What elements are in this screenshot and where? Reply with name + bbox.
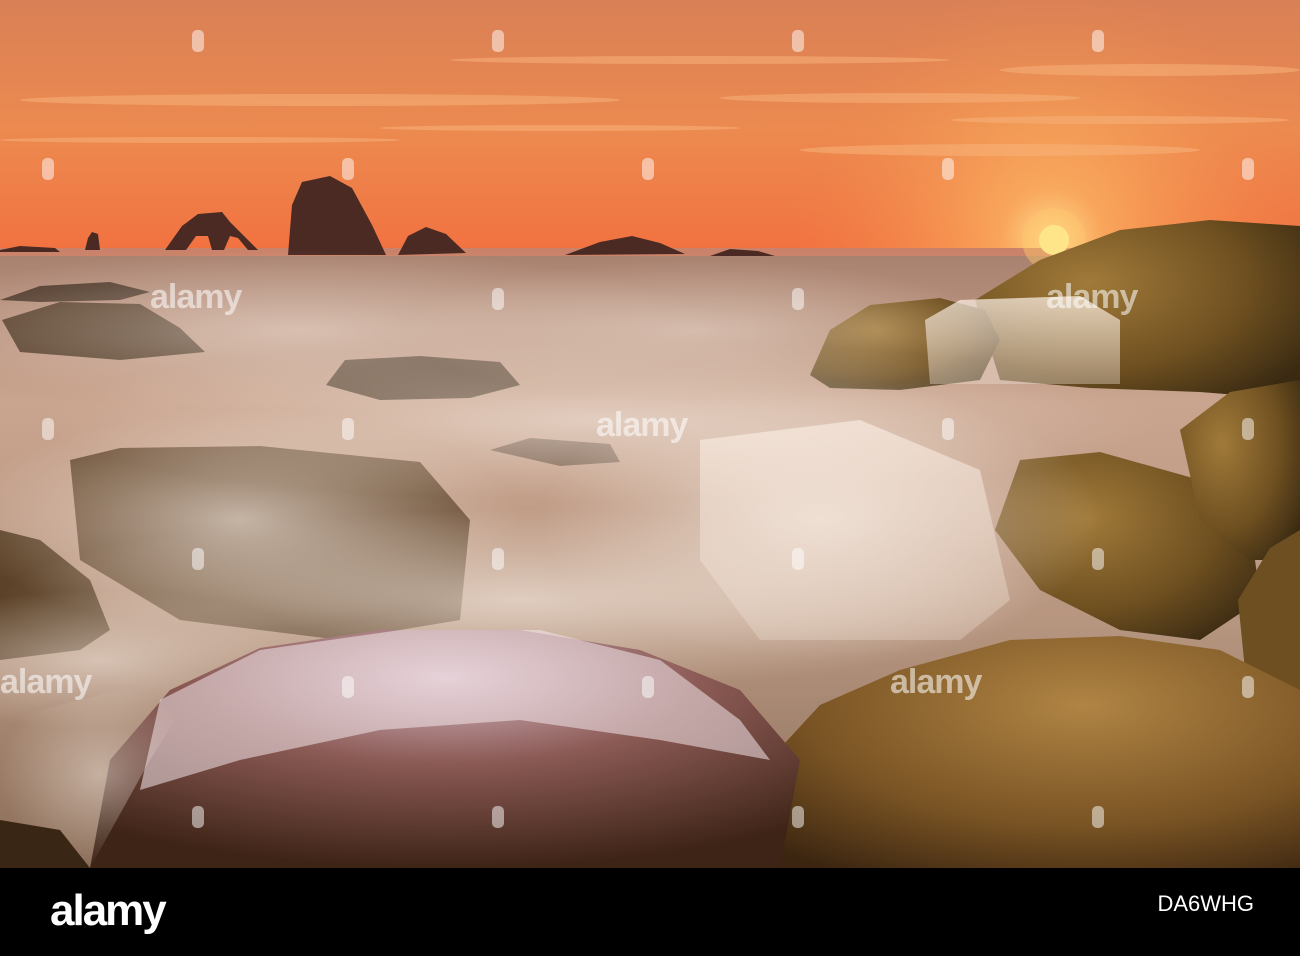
watermark-mark bbox=[792, 806, 804, 828]
watermark-text: alamy bbox=[0, 663, 92, 701]
watermark-mark bbox=[1092, 30, 1104, 52]
watermark-mark bbox=[792, 30, 804, 52]
watermark-mark bbox=[42, 418, 54, 440]
watermark-mark bbox=[342, 158, 354, 180]
watermark-text: alamy bbox=[890, 663, 982, 701]
watermark-mark bbox=[1092, 806, 1104, 828]
watermark-mark bbox=[1242, 158, 1254, 180]
watermark-mark bbox=[42, 158, 54, 180]
watermark-mark bbox=[942, 158, 954, 180]
watermark-mark bbox=[792, 548, 804, 570]
watermark-mark bbox=[492, 288, 504, 310]
watermark-mark bbox=[192, 30, 204, 52]
photo-stage: alamy alamy alamy alamy alamy alamy DA6W… bbox=[0, 0, 1300, 956]
watermark-mark bbox=[342, 418, 354, 440]
watermark-mark bbox=[642, 158, 654, 180]
watermark-mark bbox=[492, 548, 504, 570]
footer-logo: alamy bbox=[50, 886, 167, 935]
watermark-mark bbox=[192, 548, 204, 570]
watermark-mark bbox=[1242, 418, 1254, 440]
image-id-label: DA6WHG bbox=[1157, 891, 1254, 916]
watermark-mark bbox=[942, 418, 954, 440]
watermark-text: alamy bbox=[1046, 278, 1138, 316]
watermark-mark bbox=[342, 676, 354, 698]
watermark-mark bbox=[1092, 548, 1104, 570]
watermark-mark bbox=[642, 676, 654, 698]
watermark-mark bbox=[192, 806, 204, 828]
watermark-mark bbox=[492, 30, 504, 52]
watermark-text: alamy bbox=[150, 278, 242, 316]
watermark-mark bbox=[792, 288, 804, 310]
watermark-text: alamy bbox=[596, 406, 688, 444]
watermark-mark bbox=[1242, 676, 1254, 698]
watermark-mark bbox=[492, 806, 504, 828]
